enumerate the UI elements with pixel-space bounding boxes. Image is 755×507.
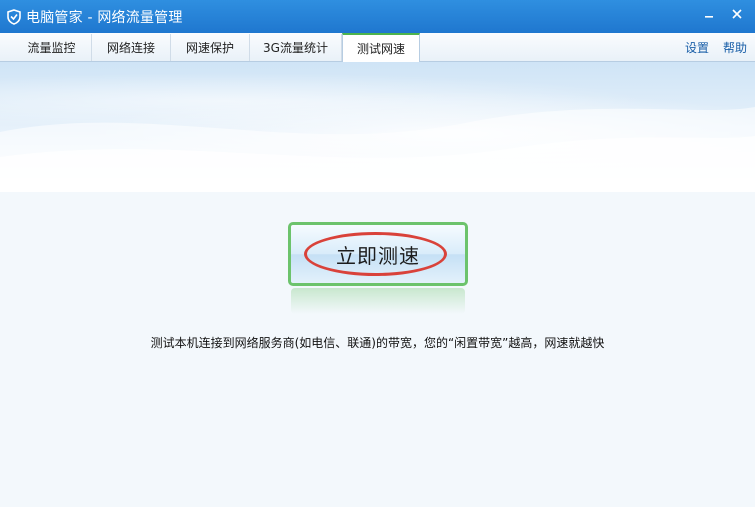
minimize-icon[interactable] xyxy=(697,4,721,24)
tab-list: 流量监控 网络连接 网速保护 3G流量统计 测试网速 xyxy=(12,32,420,62)
window-controls xyxy=(697,4,749,24)
top-links: 设置 帮助 xyxy=(685,33,747,62)
help-link[interactable]: 帮助 xyxy=(723,39,747,56)
tab-speed-test[interactable]: 测试网速 xyxy=(342,33,420,62)
tab-speed-protection[interactable]: 网速保护 xyxy=(171,34,250,61)
start-speed-test-label: 立即测速 xyxy=(336,243,420,268)
wave-decoration xyxy=(0,107,755,192)
tab-3g-traffic-stats[interactable]: 3G流量统计 xyxy=(250,34,342,61)
title-bar: 电脑管家 - 网络流量管理 xyxy=(0,0,755,33)
shield-icon xyxy=(6,8,22,25)
speed-test-description: 测试本机连接到网络服务商(如电信、联通)的带宽，您的“闲置带宽”越高，网速就越快 xyxy=(150,336,605,350)
tab-traffic-monitor[interactable]: 流量监控 xyxy=(12,34,92,61)
start-speed-test-button[interactable]: 立即测速 xyxy=(288,222,468,286)
settings-link[interactable]: 设置 xyxy=(685,39,709,56)
window-title: 电脑管家 - 网络流量管理 xyxy=(26,9,183,26)
close-icon[interactable] xyxy=(725,4,749,24)
button-reflection xyxy=(291,288,465,314)
banner-background xyxy=(0,62,755,192)
tab-bar: 流量监控 网络连接 网速保护 3G流量统计 测试网速 设置 帮助 xyxy=(0,33,755,62)
tab-network-connections[interactable]: 网络连接 xyxy=(92,34,171,61)
